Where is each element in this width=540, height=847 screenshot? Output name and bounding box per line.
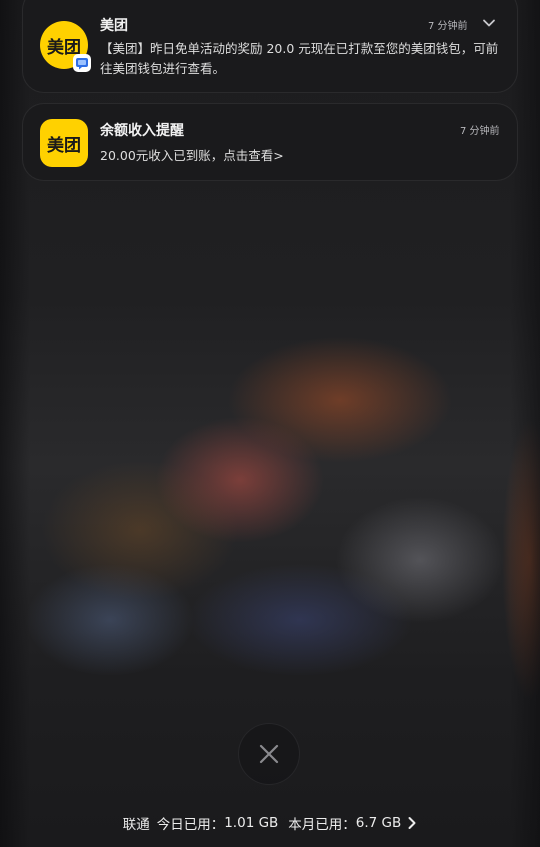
clear-notifications-button[interactable] xyxy=(238,723,300,785)
close-icon xyxy=(259,744,279,764)
notification-time: 7 分钟前 xyxy=(428,21,468,32)
carrier-name: 联通 xyxy=(122,817,150,833)
today-usage-label: 今日已用： xyxy=(156,817,225,833)
notification-body: 【美团】昨日免单活动的奖励 20.0 元现在已打款至您的美团钱包，可前往美团钱包… xyxy=(100,41,499,76)
today-usage-value: 1.01 GB xyxy=(224,815,279,831)
app-icon-label: 美团 xyxy=(47,135,81,156)
month-usage-value: 6.7 GB xyxy=(355,815,402,831)
notification-title: 美团 xyxy=(100,18,128,34)
notification-body[interactable]: 20.00元收入已到账，点击查看> xyxy=(100,146,500,166)
notification-title: 余额收入提醒 xyxy=(100,123,184,139)
message-app-badge-icon xyxy=(73,54,91,72)
chevron-right-icon[interactable] xyxy=(407,816,417,830)
notification-shade: 美团 美团 7 分钟前 【美团】昨日免单活动的奖励 20.0 元现在已打款至您的… xyxy=(0,0,540,847)
data-usage-bar[interactable]: 联通 今日已用： 1.01 GB 本月已用： 6.7 GB xyxy=(0,813,540,833)
chevron-down-icon[interactable] xyxy=(481,15,497,31)
notification-time: 7 分钟前 xyxy=(460,126,500,137)
notification-card-balance[interactable]: 美团 余额收入提醒 7 分钟前 20.00元收入已到账，点击查看> xyxy=(22,103,518,181)
month-usage-label: 本月已用： xyxy=(288,817,356,833)
meituan-app-icon: 美团 xyxy=(40,119,88,167)
notification-card-meituan[interactable]: 美团 美团 7 分钟前 【美团】昨日免单活动的奖励 20.0 元现在已打款至您的… xyxy=(22,0,518,93)
